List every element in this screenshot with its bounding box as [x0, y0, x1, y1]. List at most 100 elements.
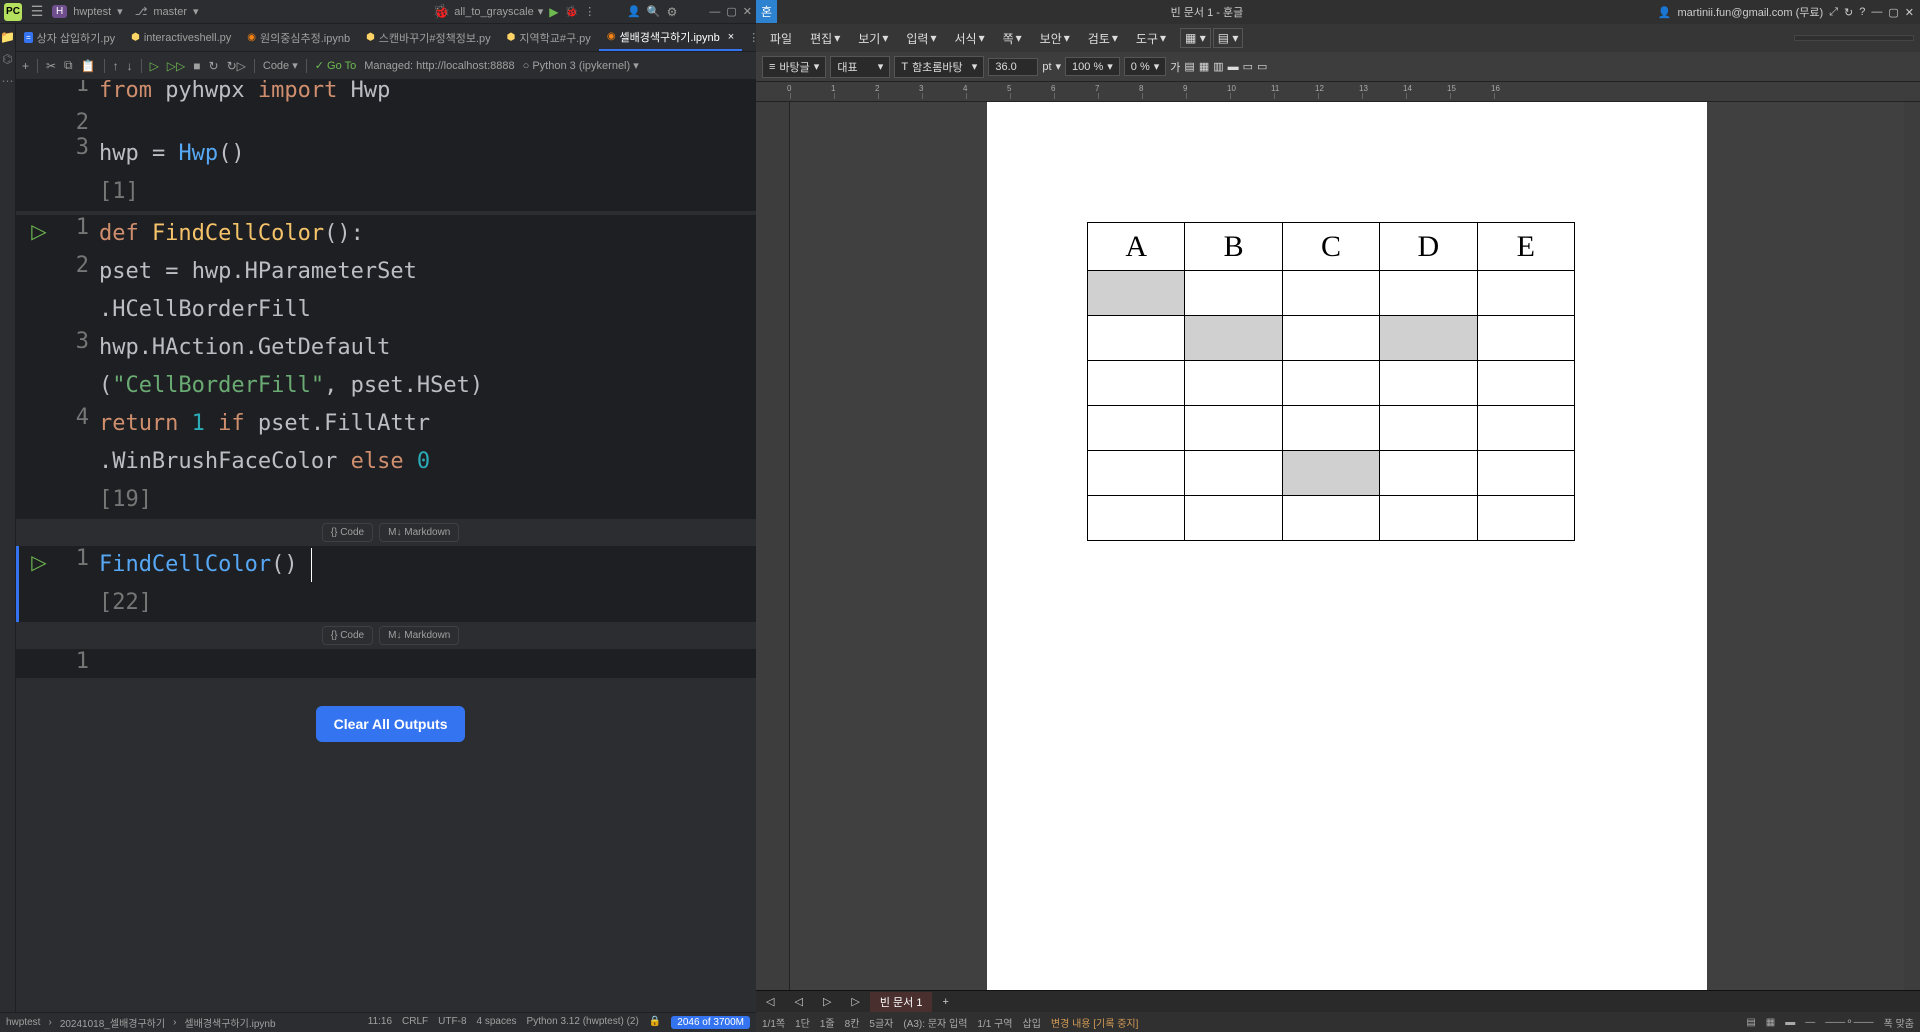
table-cell[interactable]	[1282, 361, 1379, 406]
menu-review[interactable]: 검토▾	[1080, 28, 1126, 49]
maximize-icon[interactable]: ▢	[1888, 6, 1898, 19]
spacing-selector[interactable]: 0 %▾	[1124, 57, 1167, 76]
code-line[interactable]: from pyhwpx import Hwp	[99, 80, 765, 110]
notebook-cell[interactable]: ▷1FindCellColor() [22]	[16, 546, 765, 622]
search-icon[interactable]: 🔍	[647, 5, 661, 18]
align-center-icon[interactable]: ▦	[1199, 60, 1209, 73]
run-config[interactable]: 🐞 all_to_grayscale ▾	[433, 3, 543, 20]
table-cell[interactable]	[1380, 496, 1477, 541]
table-cell[interactable]	[1477, 406, 1574, 451]
table-cell[interactable]	[1185, 361, 1282, 406]
tab-nav-last-icon[interactable]: ▷	[841, 993, 869, 1010]
table-cell[interactable]	[1088, 271, 1185, 316]
tab-file[interactable]: ⬢지역학교#구.py	[499, 24, 599, 51]
line-ending[interactable]: CRLF	[402, 1016, 428, 1029]
table-cell[interactable]	[1185, 406, 1282, 451]
menu-tool[interactable]: 도구▾	[1128, 28, 1174, 49]
zoom-selector[interactable]: 100 %▾	[1065, 57, 1120, 76]
table-cell[interactable]	[1088, 316, 1185, 361]
move-up-icon[interactable]: ↑	[113, 59, 119, 73]
tab-file[interactable]: =상자 삽입하기.py	[16, 24, 123, 51]
run-cell-button[interactable]: ▷	[31, 550, 46, 584]
code-line[interactable]: return 1 if pset.FillAttr	[99, 405, 765, 443]
insert-mode[interactable]: 삽입	[1023, 1015, 1041, 1030]
menu-security[interactable]: 보안▾	[1032, 28, 1078, 49]
notebook-cell[interactable]: 1from pyhwpx import Hwp23hwp = Hwp()[1]	[16, 80, 765, 211]
code-line[interactable]: FindCellColor()	[99, 546, 765, 584]
table-cell[interactable]	[1088, 496, 1185, 541]
table-header-cell[interactable]: D	[1380, 223, 1477, 271]
user-email[interactable]: martinii.fun@gmail.com (무료)	[1678, 4, 1824, 20]
debug-icon[interactable]: 🐞	[565, 5, 579, 18]
page-indicator[interactable]: 1/1쪽	[762, 1015, 785, 1030]
style-selector[interactable]: ≡ 바탕글▾	[762, 56, 826, 78]
table-cell[interactable]	[1477, 316, 1574, 361]
indent-icon[interactable]: ▭	[1243, 60, 1253, 73]
table-cell[interactable]	[1477, 361, 1574, 406]
add-markdown-cell-button[interactable]: M↓ Markdown	[379, 523, 459, 542]
run-icon[interactable]: ▶	[549, 5, 558, 19]
menu-input[interactable]: 입력▾	[898, 28, 944, 49]
tab-file-active[interactable]: ◉셀배경색구하기.ipynb×	[599, 24, 742, 51]
clear-all-outputs-button[interactable]: Clear All Outputs	[316, 706, 466, 742]
add-code-cell-button[interactable]: {} Code	[322, 626, 373, 645]
fit-width-icon[interactable]: 폭 맞춤	[1884, 1015, 1914, 1030]
kernel-selector[interactable]: ○ Python 3 (ipykernel) ▾	[523, 59, 639, 72]
zoom-slider[interactable]: ——⚬——	[1825, 1017, 1873, 1028]
collaborators-icon[interactable]: 👤	[627, 5, 641, 18]
table-header-cell[interactable]: B	[1185, 223, 1282, 271]
main-menu-icon[interactable]: ☰	[28, 3, 46, 21]
table-cell[interactable]	[1185, 451, 1282, 496]
menu-page[interactable]: 쪽▾	[995, 28, 1030, 49]
table-cell[interactable]	[1088, 406, 1185, 451]
table-header-cell[interactable]: E	[1477, 223, 1574, 271]
view-mode-icon[interactable]: ▬	[1785, 1017, 1795, 1028]
more-icon[interactable]: ⋯	[1, 74, 13, 88]
table-cell[interactable]	[1088, 361, 1185, 406]
grid-icon[interactable]: ▤ ▾	[1213, 28, 1244, 48]
tab-nav-prev-icon[interactable]: ◁	[784, 993, 812, 1010]
view-mode-icon[interactable]: ▤	[1746, 1017, 1755, 1028]
add-tab-icon[interactable]: +	[932, 994, 958, 1010]
table-cell[interactable]	[1282, 451, 1379, 496]
menu-view[interactable]: 보기▾	[850, 28, 896, 49]
tab-file[interactable]: ◉원의중심추정.ipynb	[239, 24, 358, 51]
run-all-icon[interactable]: ▷▷	[167, 59, 185, 73]
maximize-icon[interactable]: ▢	[726, 5, 736, 18]
minimize-icon[interactable]: —	[709, 6, 720, 18]
track-changes[interactable]: 변경 내용 [기록 중지]	[1051, 1015, 1139, 1030]
code-line[interactable]: .HCellBorderFill	[99, 291, 765, 329]
minimize-icon[interactable]: —	[1871, 6, 1882, 18]
table-cell[interactable]	[1477, 271, 1574, 316]
align-right-icon[interactable]: ▥	[1213, 60, 1223, 73]
goto-button[interactable]: ✓ Go To	[315, 59, 356, 72]
add-code-cell-button[interactable]: {} Code	[322, 523, 373, 542]
copy-icon[interactable]: ⧉	[64, 58, 73, 73]
help-icon[interactable]: ?	[1859, 6, 1865, 18]
align-justify-icon[interactable]: ▬	[1228, 61, 1239, 73]
restart-icon[interactable]: ↻	[209, 59, 219, 73]
document-tab[interactable]: 빈 문서 1	[870, 992, 933, 1012]
cursor-pos[interactable]: 11:16	[368, 1016, 392, 1029]
gear-icon[interactable]: ⚙	[667, 5, 678, 19]
table-cell[interactable]	[1282, 496, 1379, 541]
table-cell[interactable]	[1380, 361, 1477, 406]
table-cell[interactable]	[1282, 271, 1379, 316]
para-selector[interactable]: 대표▾	[830, 56, 890, 78]
paste-icon[interactable]: 📋	[81, 59, 96, 73]
code-line[interactable]: def FindCellColor():	[99, 215, 765, 253]
stop-icon[interactable]: ■	[193, 59, 200, 73]
align-left-icon[interactable]: ▤	[1184, 60, 1194, 73]
code-line[interactable]: pset = hwp.HParameterSet	[99, 253, 765, 291]
cut-icon[interactable]: ✂	[46, 59, 56, 73]
table-cell[interactable]	[1282, 316, 1379, 361]
table-cell[interactable]	[1380, 451, 1477, 496]
expand-icon[interactable]: ⤢	[1829, 6, 1838, 19]
table-header-cell[interactable]: C	[1282, 223, 1379, 271]
menu-edit[interactable]: 편집▾	[802, 28, 848, 49]
table-cell[interactable]	[1282, 406, 1379, 451]
code-line[interactable]	[99, 649, 765, 674]
tab-nav-first-icon[interactable]: ◁	[756, 993, 784, 1010]
menu-format[interactable]: 서식▾	[946, 28, 992, 49]
code-line[interactable]: .WinBrushFaceColor else 0	[99, 443, 765, 481]
